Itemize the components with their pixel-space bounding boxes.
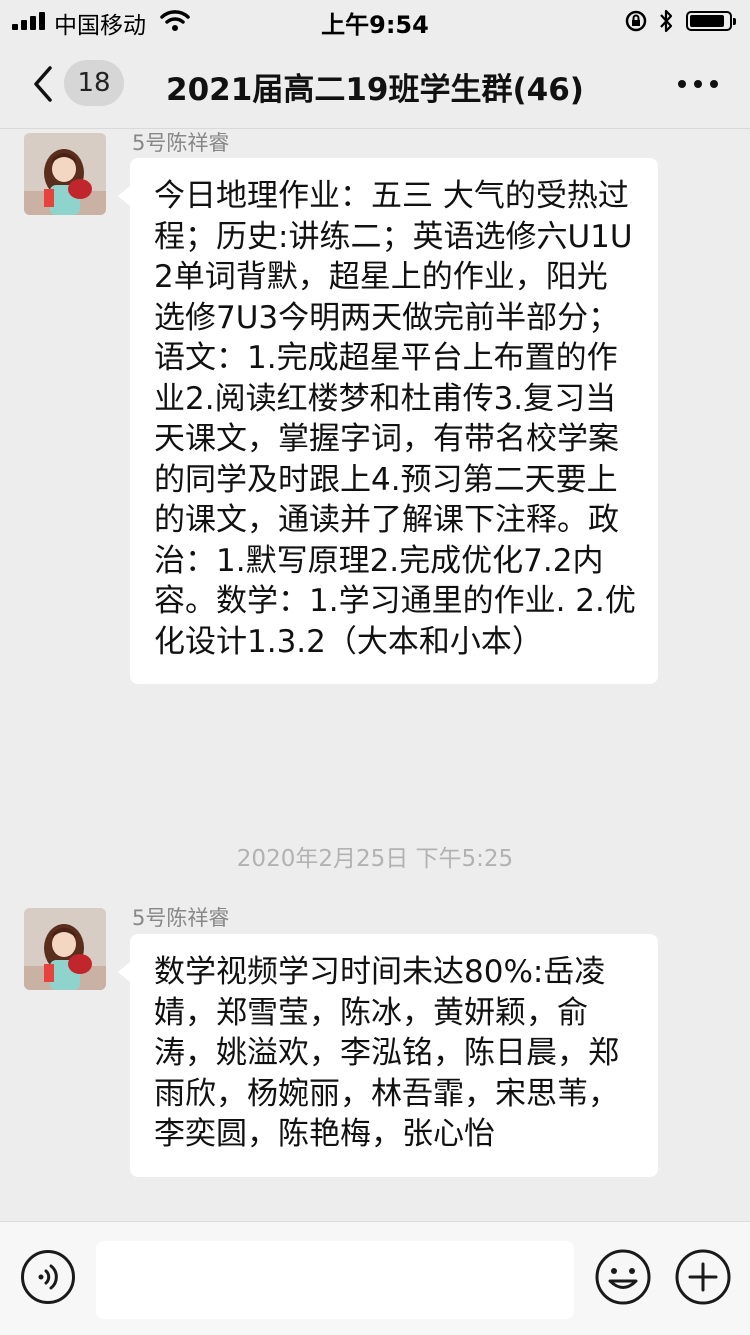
avatar[interactable]	[24, 908, 106, 990]
message-bubble[interactable]: 今日地理作业：五三 大气的受热过程；历史:讲练二；英语选修六U1U2单词背默，超…	[118, 158, 658, 684]
chat-header: 18 2021届高二19班学生群(46)	[0, 40, 750, 129]
sender-name: 5号陈祥睿	[132, 906, 230, 930]
chevron-left-icon[interactable]	[28, 64, 62, 104]
plus-icon[interactable]	[674, 1248, 732, 1306]
battery-icon	[686, 11, 736, 31]
sender-name: 5号陈祥睿	[132, 131, 230, 155]
rotation-lock-icon	[625, 10, 647, 32]
status-bar: 中国移动 上午9:54	[0, 0, 750, 40]
message-timestamp: 2020年2月25日 下午5:25	[236, 846, 514, 872]
bluetooth-icon	[660, 9, 673, 33]
message-bubble[interactable]: 数学视频学习时间未达80%:岳凌婧，郑雪莹，陈冰，黄妍颖，俞涛，姚溢欢，李泓铭，…	[118, 934, 658, 1177]
unread-count-badge[interactable]: 18	[64, 60, 124, 106]
message-list[interactable]: 5号陈祥睿 今日地理作业：五三 大气的受热过程；历史:讲练二；英语选修六U1U2…	[0, 129, 750, 1221]
message-input[interactable]	[96, 1241, 574, 1319]
more-dots-icon[interactable]	[678, 78, 718, 90]
voice-input-icon[interactable]	[21, 1250, 75, 1304]
chat-input-bar	[0, 1221, 750, 1335]
emoji-icon[interactable]	[594, 1248, 652, 1306]
chat-title: 2021届高二19班学生群(46)	[166, 72, 584, 108]
avatar[interactable]	[24, 133, 106, 215]
